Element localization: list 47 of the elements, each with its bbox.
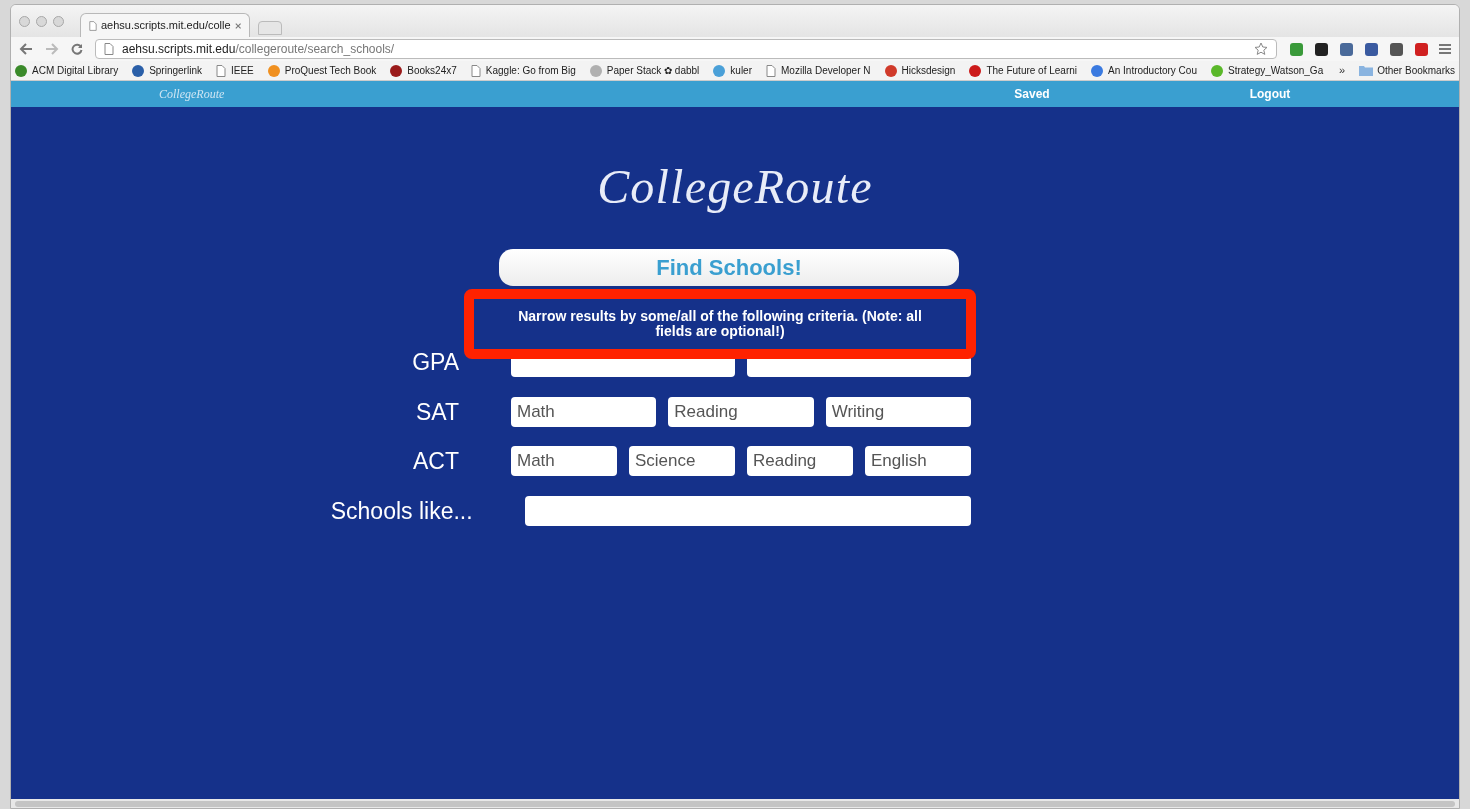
- input-field[interactable]: Reading: [747, 446, 853, 477]
- bookmark-item[interactable]: IEEE: [215, 63, 254, 78]
- input-field[interactable]: Math: [511, 446, 617, 477]
- extension-icon[interactable]: [1364, 41, 1379, 57]
- star-icon[interactable]: [1254, 42, 1268, 56]
- notice-text: Narrow results by some/all of the following criteria. (Note: all fields are optional!): [517, 309, 923, 339]
- page-icon: [766, 64, 776, 77]
- extension-icon[interactable]: [1314, 41, 1329, 57]
- bookmark-item[interactable]: Mozilla Developer N: [766, 63, 871, 78]
- url-text: aehsu.scripts.mit.edu/collegeroute/search_schools/: [122, 41, 395, 58]
- bookmark-item[interactable]: kuler: [713, 63, 752, 78]
- bookmark-item[interactable]: Books24x7: [390, 63, 457, 78]
- tab-title: aehsu.scripts.mit.edu/colle: [101, 18, 231, 34]
- folder-icon: [1359, 65, 1374, 76]
- bookmark-item[interactable]: Strategy_Watson_Ga: [1210, 63, 1324, 78]
- browser-tab[interactable]: aehsu.scripts.mit.edu/colle: [80, 13, 250, 37]
- bookmark-item[interactable]: An Introductory Cou: [1091, 63, 1197, 78]
- back-icon[interactable]: [19, 43, 33, 55]
- close-icon[interactable]: [234, 21, 241, 30]
- input-field[interactable]: English: [865, 446, 971, 477]
- bookmark-item[interactable]: Kaggle: Go from Big: [470, 63, 576, 78]
- page-icon: [470, 64, 481, 77]
- overflow-chevron[interactable]: »: [1339, 62, 1346, 79]
- bookmark-item[interactable]: Hicksdesign: [884, 63, 956, 78]
- page-icon: [215, 64, 226, 77]
- reload-icon[interactable]: [71, 43, 83, 55]
- address-bar[interactable]: aehsu.scripts.mit.edu/collegeroute/search_schools/: [95, 39, 1277, 59]
- bookmark-item[interactable]: ACM Digital Library: [15, 63, 119, 78]
- field-label: ACT: [412, 447, 459, 476]
- extension-icon[interactable]: [1389, 41, 1404, 57]
- page-icon: [89, 19, 97, 32]
- input-field[interactable]: [524, 495, 971, 526]
- field-label: GPA: [411, 348, 459, 377]
- input-field[interactable]: Reading: [668, 396, 814, 427]
- bookmark-item[interactable]: The Future of Learni: [969, 63, 1078, 78]
- input-field[interactable]: Math: [511, 396, 657, 427]
- bookmark-item[interactable]: Paper Stack ✿ dabbl: [589, 63, 700, 78]
- bookmark-item[interactable]: Springerlink: [132, 63, 202, 78]
- field-label: Schools like...: [329, 496, 473, 526]
- menu-icon[interactable]: [1439, 43, 1451, 55]
- bookmark-item[interactable]: ProQuest Tech Book: [267, 63, 377, 78]
- page-icon: [104, 43, 114, 55]
- input-field[interactable]: Science: [629, 446, 735, 477]
- input-field[interactable]: Writing: [825, 396, 971, 427]
- site-logo: CollegeRoute: [597, 159, 873, 215]
- other-bookmarks[interactable]: Other Bookmarks: [1359, 63, 1455, 78]
- field-label: SAT: [414, 397, 459, 427]
